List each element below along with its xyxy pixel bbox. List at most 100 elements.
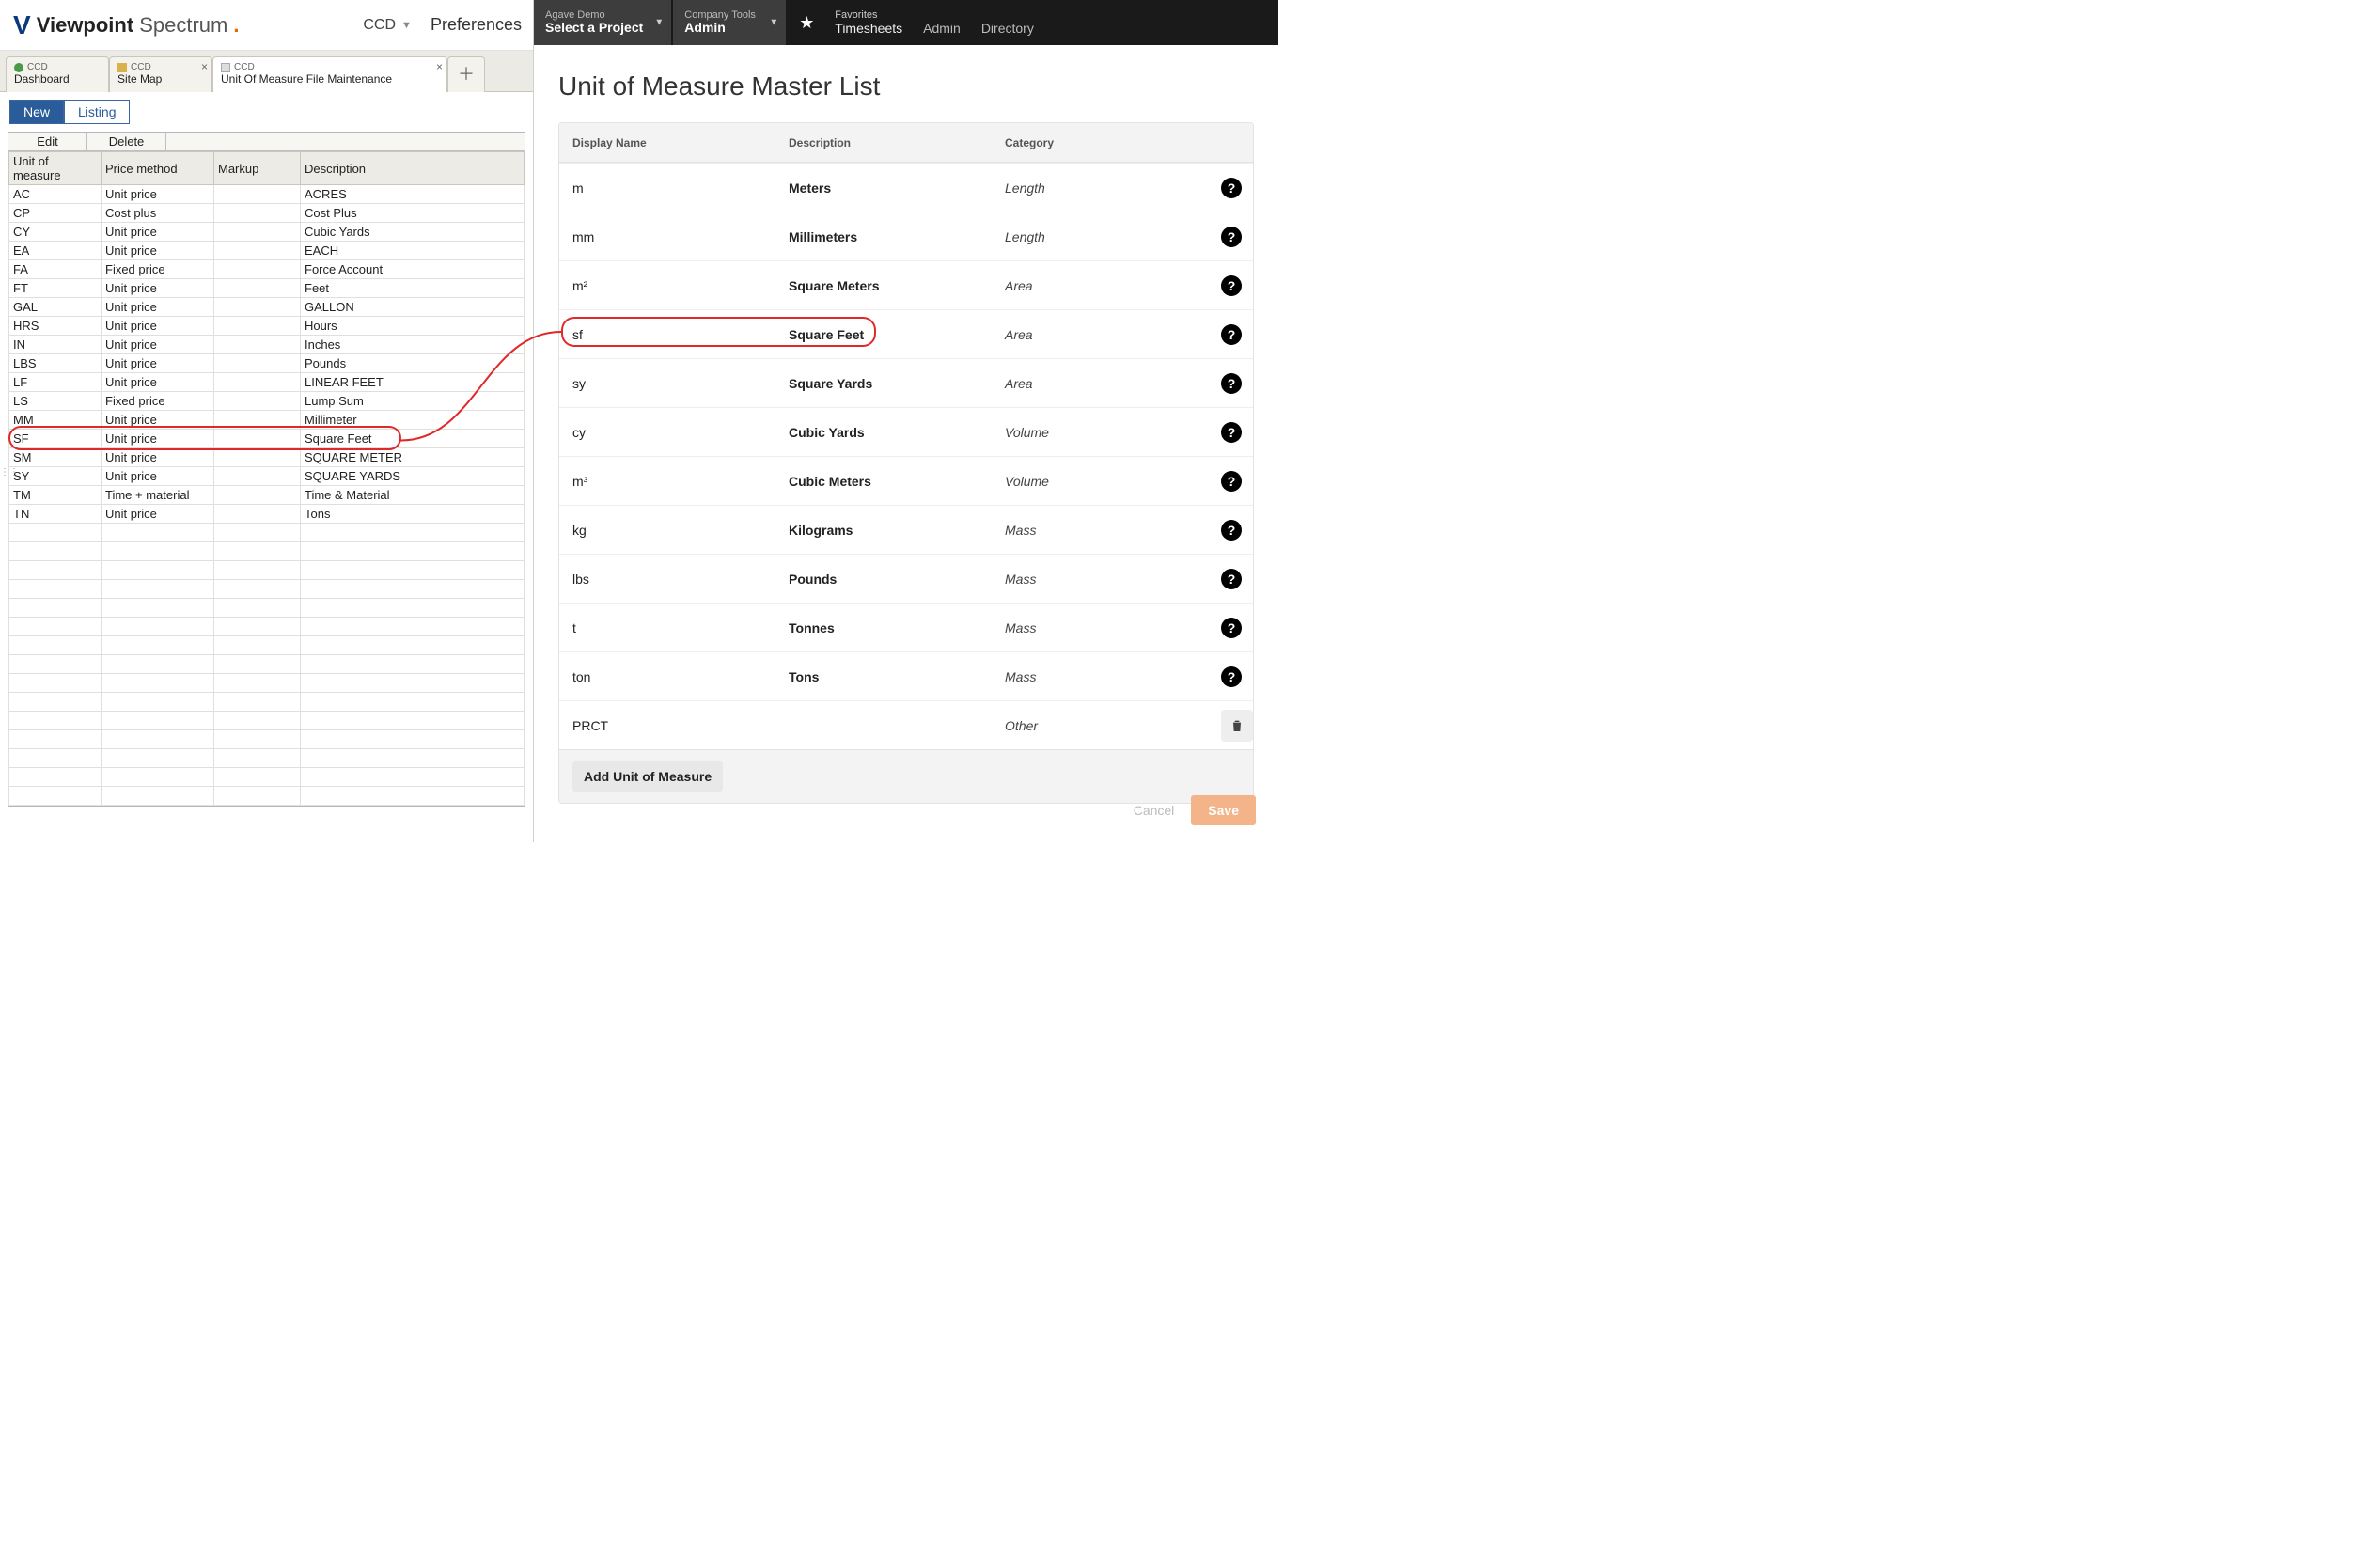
edit-button[interactable]: Edit [8, 133, 87, 150]
cell-display: cy [559, 425, 775, 440]
nav-link-timesheets[interactable]: Timesheets [835, 21, 902, 36]
help-icon[interactable]: ? [1221, 422, 1242, 443]
master-row[interactable]: m³Cubic MetersVolume? [559, 456, 1253, 505]
cell-desc: Cubic Meters [775, 474, 992, 489]
table-row[interactable]: TMTime + materialTime & Material [9, 486, 525, 505]
master-row[interactable]: tonTonsMass? [559, 651, 1253, 700]
trash-icon[interactable] [1221, 710, 1253, 742]
help-icon[interactable]: ? [1221, 324, 1242, 345]
table-row[interactable]: SFUnit priceSquare Feet [9, 430, 525, 448]
cell-desc: EACH [301, 242, 525, 260]
page-title: Unit of Measure Master List [558, 71, 1254, 102]
cell-category: Mass [992, 669, 1208, 684]
tab-add-button[interactable]: ＋ [447, 56, 485, 92]
help-icon[interactable]: ? [1221, 373, 1242, 394]
folder-icon [117, 63, 127, 72]
company-selector[interactable]: CCD ▼ [363, 17, 412, 34]
table-row[interactable]: FTUnit priceFeet [9, 279, 525, 298]
table-row[interactable]: EAUnit priceEACH [9, 242, 525, 260]
drag-handle-icon[interactable]: ⋮⋮ [0, 470, 8, 491]
master-row[interactable]: mmMillimetersLength? [559, 212, 1253, 260]
tab-sitemap[interactable]: × CCD Site Map [109, 56, 212, 92]
head-desc[interactable]: Description [775, 123, 992, 163]
tab-uom-maintenance[interactable]: × CCD Unit Of Measure File Maintenance [212, 56, 447, 92]
nav-link-directory[interactable]: Directory [981, 21, 1034, 36]
close-icon[interactable]: × [201, 61, 208, 74]
right-body: Unit of Measure Master List Display Name… [534, 45, 1278, 842]
table-row-empty[interactable] [9, 561, 525, 580]
tools-selector[interactable]: Company Tools Admin ▼ [673, 0, 786, 45]
table-row-empty[interactable] [9, 768, 525, 787]
table-row-empty[interactable] [9, 693, 525, 712]
help-icon[interactable]: ? [1221, 666, 1242, 687]
col-price[interactable]: Price method [102, 152, 214, 185]
col-uom[interactable]: Unit of measure [9, 152, 102, 185]
view-new-button[interactable]: New [9, 100, 64, 124]
master-row[interactable]: cyCubic YardsVolume? [559, 407, 1253, 456]
cell-price: Unit price [102, 467, 214, 486]
table-row-empty[interactable] [9, 524, 525, 542]
master-row[interactable]: PRCTOther [559, 700, 1253, 749]
help-icon[interactable]: ? [1221, 569, 1242, 589]
col-desc[interactable]: Description [301, 152, 525, 185]
col-markup[interactable]: Markup [214, 152, 301, 185]
project-selector[interactable]: Agave Demo Select a Project ▼ [534, 0, 671, 45]
table-row[interactable]: SMUnit priceSQUARE METER [9, 448, 525, 467]
master-row[interactable]: sySquare YardsArea? [559, 358, 1253, 407]
star-icon[interactable]: ★ [788, 0, 825, 45]
cell-desc: Pounds [775, 572, 992, 587]
table-row[interactable]: TNUnit priceTons [9, 505, 525, 524]
help-icon[interactable]: ? [1221, 178, 1242, 198]
cell-display: PRCT [559, 718, 775, 733]
help-icon[interactable]: ? [1221, 275, 1242, 296]
table-row[interactable]: INUnit priceInches [9, 336, 525, 354]
cell-display: m² [559, 278, 775, 293]
help-icon[interactable]: ? [1221, 520, 1242, 541]
table-row-empty[interactable] [9, 542, 525, 561]
help-icon[interactable]: ? [1221, 618, 1242, 638]
table-row[interactable]: CPCost plusCost Plus [9, 204, 525, 223]
table-row-empty[interactable] [9, 674, 525, 693]
table-row[interactable]: MMUnit priceMillimeter [9, 411, 525, 430]
add-uom-button[interactable]: Add Unit of Measure [572, 761, 723, 792]
table-row-empty[interactable] [9, 787, 525, 806]
tab-dashboard[interactable]: CCD Dashboard [6, 56, 109, 92]
master-row[interactable]: sfSquare FeetArea? [559, 309, 1253, 358]
master-row[interactable]: mMetersLength? [559, 163, 1253, 212]
table-row-empty[interactable] [9, 580, 525, 599]
cancel-button[interactable]: Cancel [1134, 803, 1175, 818]
master-row[interactable]: m²Square MetersArea? [559, 260, 1253, 309]
preferences-link[interactable]: Preferences [423, 15, 522, 35]
table-row[interactable]: FAFixed priceForce Account [9, 260, 525, 279]
head-cat[interactable]: Category [992, 123, 1208, 163]
table-row[interactable]: SYUnit priceSQUARE YARDS [9, 467, 525, 486]
close-icon[interactable]: × [436, 61, 443, 74]
table-row[interactable]: ACUnit priceACRES [9, 185, 525, 204]
table-row-empty[interactable] [9, 599, 525, 618]
table-row-empty[interactable] [9, 618, 525, 636]
save-button[interactable]: Save [1191, 795, 1256, 825]
table-row-empty[interactable] [9, 712, 525, 730]
help-icon[interactable]: ? [1221, 227, 1242, 247]
head-display[interactable]: Display Name [559, 123, 775, 163]
table-row[interactable]: HRSUnit priceHours [9, 317, 525, 336]
view-listing-button[interactable]: Listing [64, 100, 130, 124]
master-row[interactable]: kgKilogramsMass? [559, 505, 1253, 554]
table-row-empty[interactable] [9, 749, 525, 768]
delete-button[interactable]: Delete [87, 133, 166, 150]
cell-desc: Kilograms [775, 523, 992, 538]
nav-link-admin[interactable]: Admin [923, 21, 961, 36]
table-row[interactable]: LBSUnit pricePounds [9, 354, 525, 373]
table-row[interactable]: GALUnit priceGALLON [9, 298, 525, 317]
cell-uom: TM [9, 486, 102, 505]
master-row[interactable]: tTonnesMass? [559, 603, 1253, 651]
table-row-empty[interactable] [9, 636, 525, 655]
table-row-empty[interactable] [9, 730, 525, 749]
table-row[interactable]: LFUnit priceLINEAR FEET [9, 373, 525, 392]
table-row[interactable]: CYUnit priceCubic Yards [9, 223, 525, 242]
table-row-empty[interactable] [9, 655, 525, 674]
table-row[interactable]: LSFixed priceLump Sum [9, 392, 525, 411]
help-icon[interactable]: ? [1221, 471, 1242, 492]
master-row[interactable]: lbsPoundsMass? [559, 554, 1253, 603]
cell-uom: LS [9, 392, 102, 411]
